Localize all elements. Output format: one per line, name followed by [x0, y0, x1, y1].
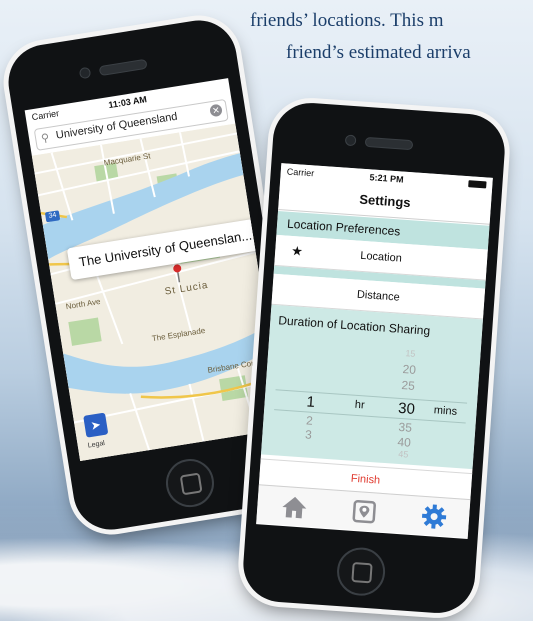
- gear-icon[interactable]: [418, 503, 450, 531]
- hours-option[interactable]: 3: [296, 427, 321, 443]
- home-icon[interactable]: [279, 493, 311, 521]
- mins-selected[interactable]: 30: [394, 400, 419, 419]
- map-screen: Carrier 11:03 AM ⚲ University of Queensl…: [24, 78, 284, 461]
- settings-screen: Carrier 5:21 PM Settings Location Prefer…: [256, 163, 493, 539]
- duration-picker[interactable]: Duration of Location Sharing 15 20 25 1 …: [261, 304, 483, 470]
- battery-icon: [468, 180, 487, 189]
- star-icon: ★: [290, 242, 304, 259]
- map-pin-icon[interactable]: [348, 498, 380, 526]
- home-button[interactable]: [162, 455, 218, 511]
- map-view[interactable]: 34 Macquarie St St Lucia The Esplanade B…: [31, 123, 284, 461]
- close-icon[interactable]: ✕: [209, 103, 223, 118]
- duration-header: Duration of Location Sharing: [277, 313, 431, 338]
- document-text-line-2: friend’s estimated arriva: [286, 42, 471, 63]
- phone-speaker: [98, 58, 148, 77]
- document-text-line-1: friends’ locations. This m: [250, 10, 444, 31]
- phone-camera: [78, 66, 92, 80]
- mins-option[interactable]: 20: [397, 362, 422, 378]
- hours-selected[interactable]: 1: [298, 393, 323, 412]
- map-graphics: [31, 123, 284, 461]
- distance-label: Distance: [356, 288, 401, 304]
- mins-option[interactable]: 35: [393, 420, 418, 436]
- mins-option[interactable]: 25: [396, 378, 421, 394]
- location-arrow-icon[interactable]: ➤: [83, 412, 109, 438]
- phone-camera: [344, 134, 357, 147]
- location-label: Location: [359, 249, 403, 265]
- mins-option[interactable]: 15: [398, 348, 423, 360]
- phone-speaker: [364, 136, 414, 151]
- search-icon: ⚲: [40, 131, 51, 146]
- mins-unit: mins: [433, 404, 458, 418]
- hour-unit: hr: [354, 398, 365, 412]
- home-button[interactable]: [335, 546, 387, 598]
- settings-phone: Carrier 5:21 PM Settings Location Prefer…: [240, 100, 508, 616]
- mins-option[interactable]: 45: [391, 448, 416, 460]
